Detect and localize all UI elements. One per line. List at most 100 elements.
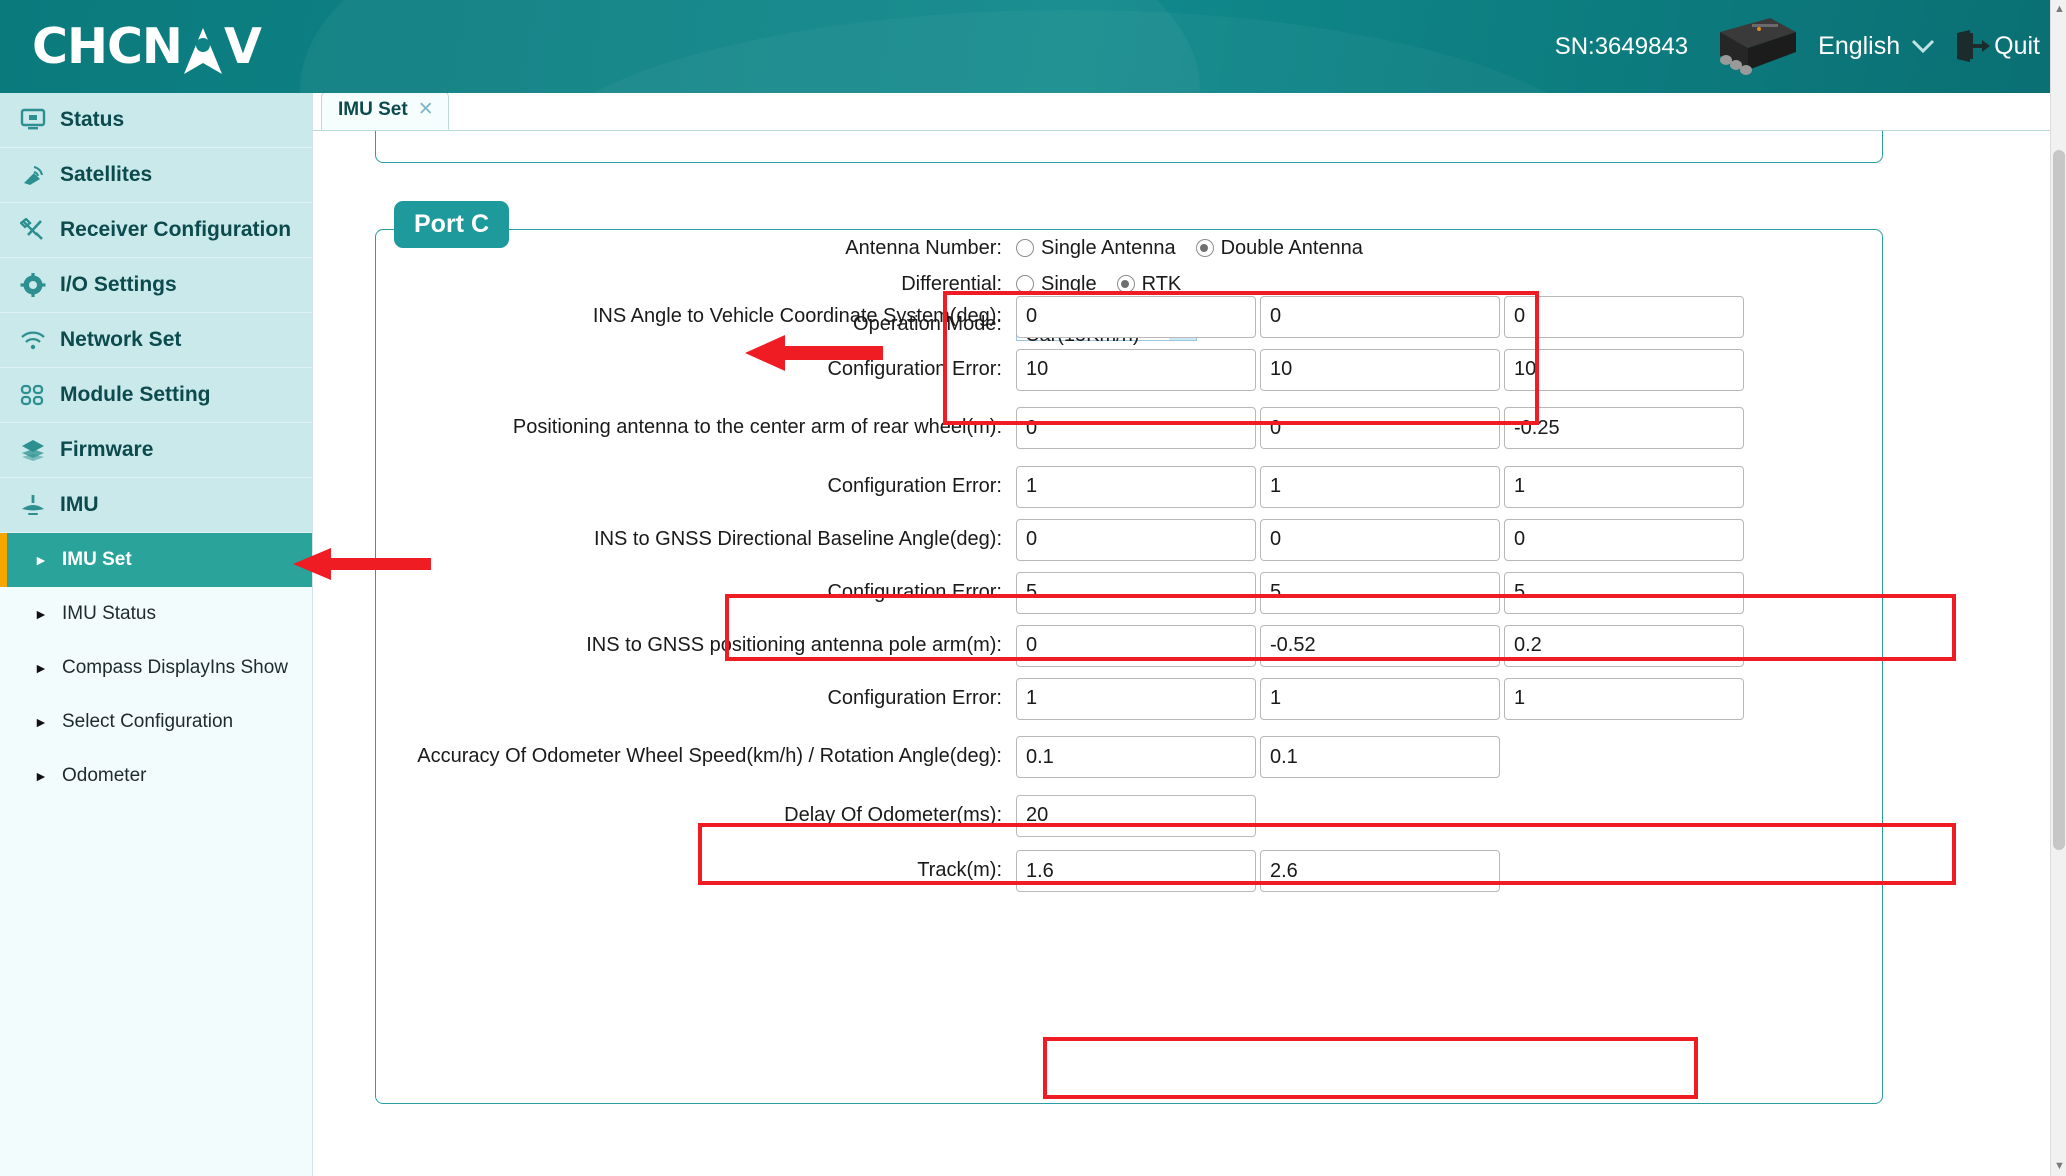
grid-icon: [20, 383, 60, 407]
previous-panel-bottom-edge: [375, 131, 1883, 163]
input-col1[interactable]: 0: [1016, 407, 1256, 449]
row-label: Accuracy Of Odometer Wheel Speed(km/h) /…: [417, 745, 1002, 768]
sidebar-item-satellites[interactable]: Satellites: [0, 148, 312, 203]
radio-single-antenna[interactable]: Single Antenna: [1016, 237, 1176, 260]
wifi-icon: [20, 328, 60, 352]
form-row-ins-gnss-pole-arm: INS to GNSS positioning antenna pole arm…: [376, 619, 1882, 672]
sidebar-subitem-label: Select Configuration: [62, 711, 234, 732]
input-col3[interactable]: 0.2: [1504, 624, 1744, 667]
row-label: Positioning antenna to the center arm of…: [512, 416, 1002, 439]
header-right-group: SN:3649843 English Quit: [1555, 0, 2066, 93]
sidebar-item-label: Satellites: [60, 163, 153, 186]
input-col2[interactable]: 2.6: [1260, 850, 1500, 892]
row-label: Delay Of Odometer(ms):: [784, 803, 1002, 826]
nav-pin-icon: [182, 22, 224, 74]
form-row-config-error-4: Configuration Error: 1 1 1: [376, 672, 1882, 725]
sidebar-item-receiver-configuration[interactable]: Receiver Configuration: [0, 203, 312, 258]
brand-text-v: V: [223, 18, 262, 75]
app-header: CHCN V SN:3649843 English Quit: [0, 0, 2066, 93]
sidebar-item-imu[interactable]: IMU: [0, 478, 312, 533]
radio-dot-icon: [1016, 239, 1034, 257]
input-col3[interactable]: 0: [1504, 295, 1744, 338]
brand-text-chcn: CHCN: [32, 18, 183, 75]
form-row-delay-of-odometer: Delay Of Odometer(ms): 20: [376, 789, 1882, 842]
input-col1[interactable]: 0: [1016, 624, 1256, 667]
antenna-number-row: Antenna Number: Single Antenna Double An…: [376, 230, 1882, 266]
sidebar-subitem-label: Compass DisplayIns Show: [62, 657, 288, 678]
sidebar-item-imu-status[interactable]: ► IMU Status: [0, 587, 312, 641]
imu-parameter-form: INS Angle to Vehicle Coordinate System(d…: [376, 290, 1882, 900]
radio-double-antenna[interactable]: Double Antenna: [1195, 237, 1363, 260]
input-col3[interactable]: 5: [1504, 571, 1744, 614]
input-col1[interactable]: 10: [1016, 348, 1256, 391]
vertical-scrollbar[interactable]: ▲ ▼: [2050, 0, 2066, 1176]
form-row-config-error-2: Configuration Error: 1 1 1: [376, 460, 1882, 513]
input-col1[interactable]: 0: [1016, 295, 1256, 338]
row-label: Configuration Error:: [827, 357, 1002, 380]
sidebar-item-odometer[interactable]: ► Odometer: [0, 749, 312, 803]
sidebar-item-imu-set[interactable]: ► IMU Set: [0, 533, 312, 587]
input-col1[interactable]: 1: [1016, 677, 1256, 720]
tab-bar: IMU Set ✕: [313, 93, 2066, 131]
input-col3[interactable]: 1: [1504, 465, 1744, 508]
input-col2[interactable]: 5: [1260, 571, 1500, 614]
input-col2[interactable]: 0: [1260, 518, 1500, 561]
tab-imu-set[interactable]: IMU Set ✕: [321, 93, 449, 130]
input-col1[interactable]: 0: [1016, 518, 1256, 561]
main-content: IMU Set ✕ Port C Antenna Number: Single …: [313, 93, 2066, 1176]
scroll-down-arrow-icon[interactable]: ▼: [2054, 1160, 2065, 1172]
input-col1[interactable]: 5: [1016, 571, 1256, 614]
content-scroll-area: Port C Antenna Number: Single Antenna Do…: [313, 131, 2066, 1176]
quit-button[interactable]: Quit: [1954, 29, 2040, 64]
sidebar-item-status[interactable]: Status: [0, 93, 312, 148]
sidebar-nav: Status Satellites Receiver Configuration…: [0, 93, 313, 1176]
triangle-right-icon: ►: [34, 552, 48, 568]
sidebar-item-label: I/O Settings: [60, 273, 177, 296]
row-label: INS Angle to Vehicle Coordinate System(d…: [592, 304, 1002, 327]
sidebar-subitem-label: Odometer: [62, 765, 147, 786]
input-col1[interactable]: 0.1: [1016, 736, 1256, 778]
input-col2[interactable]: 0.1: [1260, 736, 1500, 778]
input-col2[interactable]: 1: [1260, 465, 1500, 508]
sidebar-item-compass-displayins-show[interactable]: ► Compass DisplayIns Show: [0, 641, 312, 695]
input-col2[interactable]: 10: [1260, 348, 1500, 391]
port-c-panel: Port C Antenna Number: Single Antenna Do…: [375, 201, 1883, 1104]
form-row-ins-gnss-baseline-angle: INS to GNSS Directional Baseline Angle(d…: [376, 513, 1882, 566]
brand-logo: CHCN V: [32, 18, 262, 75]
input-col1[interactable]: 1: [1016, 465, 1256, 508]
sidebar-item-label: Status: [60, 108, 125, 131]
row-label: Track(m):: [917, 859, 1002, 882]
sidebar-item-firmware[interactable]: Firmware: [0, 423, 312, 478]
sidebar-item-label: Receiver Configuration: [60, 218, 292, 241]
input-col1[interactable]: 20: [1016, 794, 1256, 837]
sidebar-item-label: IMU: [60, 493, 99, 516]
sidebar-item-label: Module Setting: [60, 383, 211, 406]
exit-door-icon: [1954, 29, 1991, 64]
form-row-ins-angle-vehicle: INS Angle to Vehicle Coordinate System(d…: [376, 290, 1882, 343]
scrollbar-thumb[interactable]: [2053, 150, 2065, 850]
form-row-track: Track(m): 1.6 2.6: [376, 842, 1882, 900]
gear-icon: [20, 273, 60, 297]
sidebar-item-network-set[interactable]: Network Set: [0, 313, 312, 368]
input-col2[interactable]: 1: [1260, 677, 1500, 720]
input-col2[interactable]: 0: [1260, 407, 1500, 449]
input-col2-empty: [1260, 794, 1500, 837]
triangle-right-icon: ►: [34, 714, 48, 730]
layers-icon: [20, 438, 60, 462]
input-col2[interactable]: 0: [1260, 295, 1500, 338]
sidebar-item-select-configuration[interactable]: ► Select Configuration: [0, 695, 312, 749]
tools-icon: [20, 218, 60, 242]
form-row-odometer-accuracy: Accuracy Of Odometer Wheel Speed(km/h) /…: [376, 725, 1882, 789]
sidebar-item-module-setting[interactable]: Module Setting: [0, 368, 312, 423]
input-col1[interactable]: 1.6: [1016, 850, 1256, 892]
app-body: Status Satellites Receiver Configuration…: [0, 93, 2066, 1176]
input-col3[interactable]: 10: [1504, 348, 1744, 391]
input-col3[interactable]: 0: [1504, 518, 1744, 561]
input-col2[interactable]: -0.52: [1260, 624, 1500, 667]
close-icon[interactable]: ✕: [418, 98, 434, 121]
monitor-icon: [20, 108, 60, 132]
input-col3[interactable]: -0.25: [1504, 407, 1744, 449]
language-selector[interactable]: English: [1818, 32, 1936, 61]
input-col3[interactable]: 1: [1504, 677, 1744, 720]
sidebar-item-io-settings[interactable]: I/O Settings: [0, 258, 312, 313]
